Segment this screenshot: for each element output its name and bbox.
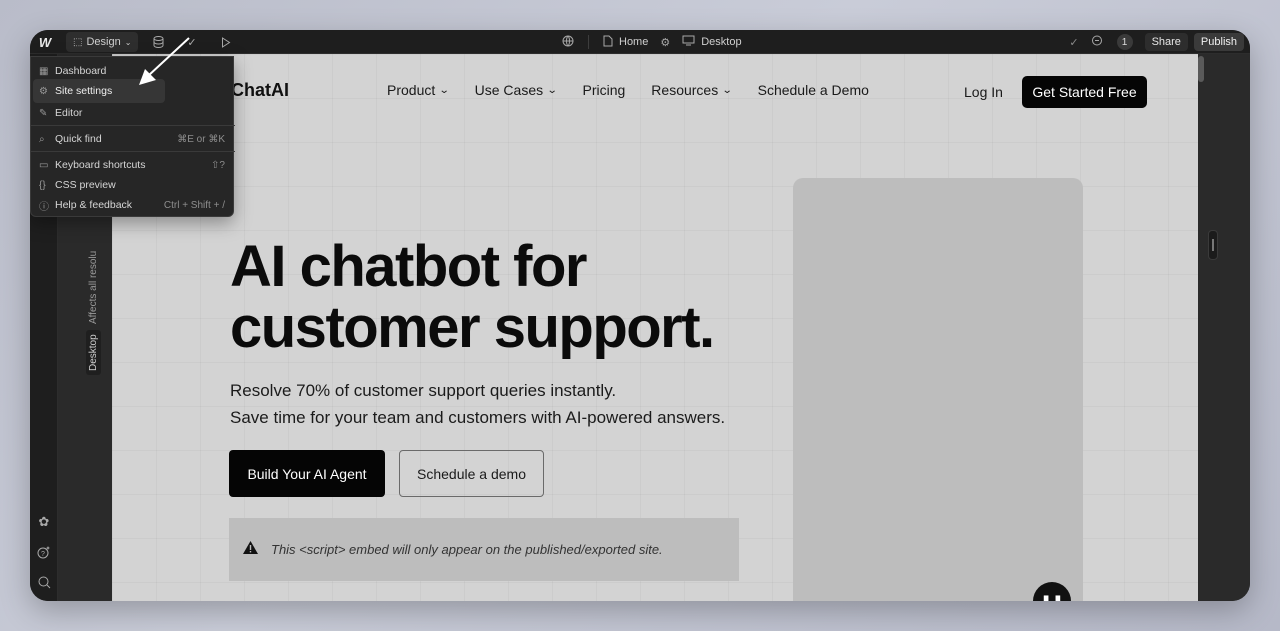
share-button[interactable]: Share (1144, 33, 1188, 51)
site-brand[interactable]: ChatAI (231, 80, 289, 101)
chevron-down-icon: ⌄ (546, 84, 558, 96)
menu-item-keyboard-shortcuts[interactable]: ▭ Keyboard shortcuts ⇧? (33, 155, 231, 175)
panel-resize-handle[interactable] (1208, 230, 1218, 260)
menu-item-label: Site settings (55, 85, 113, 97)
hero-subtitle[interactable]: Resolve 70% of customer support queries … (230, 377, 725, 431)
braces-icon: {} (39, 179, 46, 191)
menu-item-editor[interactable]: ✎ Editor (33, 103, 231, 123)
hero-title-line: AI chatbot for (230, 234, 587, 299)
publish-button[interactable]: Publish (1193, 33, 1244, 51)
cursor-box-icon: ⬚ (73, 36, 83, 48)
breakpoint-selector[interactable]: Desktop (701, 36, 741, 48)
chevron-down-icon: ⌄ (124, 37, 132, 47)
affects-resolutions-text: Affects all resolu (88, 250, 99, 324)
editor-window: W ⬚ Design ⌄ ✓ Home ⚙ Desktop ✓ 1 Share … (30, 30, 1250, 601)
menu-shortcut: ⌘E or ⌘K (177, 133, 225, 145)
chevron-down-icon: ⌄ (438, 84, 450, 96)
page-settings-gear-icon[interactable]: ⚙ (660, 36, 670, 49)
nav-label: Schedule a Demo (757, 82, 869, 98)
menu-item-help-feedback[interactable]: ⓘ Help & feedback Ctrl + Shift + / (33, 195, 231, 215)
svg-text:?: ? (41, 551, 45, 558)
search-icon[interactable] (34, 572, 54, 592)
page-file-icon (603, 35, 613, 50)
nav-item-resources[interactable]: Resources ⌄ (651, 82, 733, 98)
keyboard-icon: ▭ (39, 159, 49, 171)
menu-item-css-preview[interactable]: {} CSS preview (33, 175, 231, 195)
webflow-logo[interactable]: W (36, 30, 54, 54)
nav-item-schedule-demo[interactable]: Schedule a Demo (758, 82, 869, 98)
divider (588, 35, 589, 49)
login-link[interactable]: Log In (964, 84, 1003, 100)
toolbar-right-group: ✓ 1 Share Publish (1069, 30, 1244, 54)
saved-check-icon: ✓ (1069, 36, 1079, 49)
menu-item-label: Quick find (55, 133, 102, 145)
nav-item-pricing[interactable]: Pricing (583, 82, 626, 98)
menu-item-quick-find[interactable]: ⌕ Quick find ⌘E or ⌘K (33, 129, 231, 149)
top-toolbar: W ⬚ Design ⌄ ✓ Home ⚙ Desktop ✓ 1 Share … (30, 30, 1250, 54)
chevron-down-icon: ⌄ (721, 84, 733, 96)
hero-title[interactable]: AI chatbot for customer support. (230, 236, 790, 358)
menu-item-dashboard[interactable]: ▦ Dashboard (33, 61, 231, 81)
search-icon: ⌕ (39, 133, 45, 145)
embed-notice-text: This <script> embed will only appear on … (271, 542, 663, 557)
menu-shortcut: Ctrl + Shift + / (163, 199, 225, 211)
menu-item-label: Dashboard (55, 65, 107, 77)
menu-item-label: CSS preview (55, 179, 116, 191)
schedule-demo-button[interactable]: Schedule a demo (399, 450, 544, 497)
nav-label: Product (387, 82, 436, 98)
hero-image-placeholder[interactable] (793, 178, 1083, 601)
menu-item-label: Help & feedback (55, 199, 133, 211)
build-ai-agent-button[interactable]: Build Your AI Agent (229, 450, 385, 497)
hero-subtitle-line: Resolve 70% of customer support queries … (230, 381, 617, 400)
page-selector[interactable]: Home (619, 36, 648, 48)
annotation-arrow-icon (139, 37, 190, 85)
nav-item-product[interactable]: Product ⌄ (387, 82, 450, 98)
design-label: Design (86, 36, 121, 48)
menu-shortcut: ⇧? (211, 159, 225, 171)
comment-count-badge[interactable]: 1 (1116, 34, 1133, 50)
gear-icon: ⚙ (39, 85, 48, 97)
nav-item-use-cases[interactable]: Use Cases ⌄ (474, 82, 558, 98)
preview-play-icon[interactable] (216, 30, 236, 54)
webflow-main-menu: ▦ Dashboard ⚙ Site settings ✎ Editor ⌕ Q… (30, 56, 235, 217)
menu-item-label: Editor (55, 107, 83, 119)
right-panel (1198, 54, 1250, 601)
grid-icon: ▦ (39, 65, 49, 77)
desktop-monitor-icon (682, 35, 695, 49)
menu-divider (31, 151, 235, 152)
get-started-button[interactable]: Get Started Free (1022, 76, 1147, 108)
hero-subtitle-line: Save time for your team and customers wi… (230, 408, 726, 427)
desktop-breakpoint-tag[interactable]: Desktop (86, 330, 101, 375)
ai-assistant-icon[interactable]: ? (34, 542, 54, 562)
page-breakpoint-group: Home ⚙ Desktop (562, 30, 742, 54)
nav-label: Use Cases (474, 82, 544, 98)
globe-icon[interactable] (562, 35, 574, 50)
apps-gear-icon[interactable]: ✿ (34, 512, 54, 532)
nav-label: Pricing (582, 82, 626, 98)
comments-icon[interactable] (1091, 35, 1103, 50)
nav-label: Resources (651, 82, 719, 98)
design-mode-button[interactable]: ⬚ Design ⌄ (66, 32, 139, 52)
menu-divider (31, 125, 235, 126)
menu-item-label: Keyboard shortcuts (55, 159, 146, 171)
design-canvas[interactable]: ChatAI Product ⌄ Use Cases ⌄ Pricing Res… (112, 54, 1198, 601)
canvas-scrollbar[interactable] (1198, 56, 1204, 82)
help-icon: ⓘ (39, 201, 49, 213)
site-nav: Product ⌄ Use Cases ⌄ Pricing Resources … (387, 82, 869, 98)
pencil-icon: ✎ (39, 107, 48, 119)
hero-title-line: customer support. (230, 295, 715, 360)
warning-icon (242, 540, 259, 560)
embed-notice[interactable]: This <script> embed will only appear on … (229, 518, 739, 581)
